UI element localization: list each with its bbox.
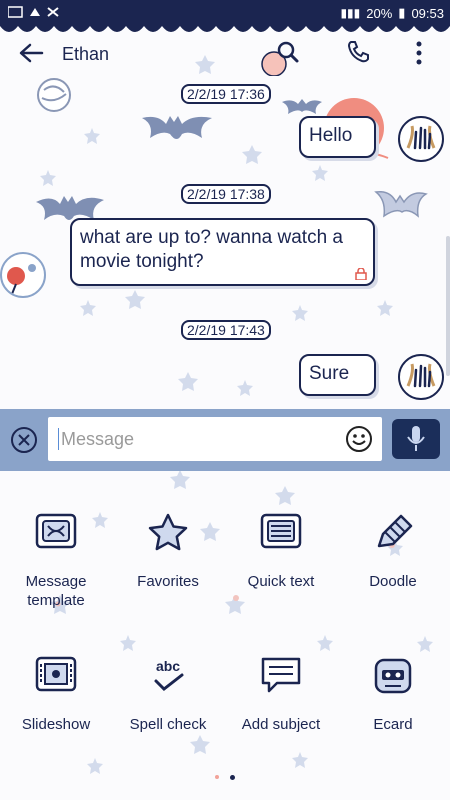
timestamp: 2/2/19 17:36 [181,84,271,104]
message-input[interactable]: Message [48,417,382,461]
option-label: Slideshow [21,716,91,733]
scrollbar[interactable] [446,236,450,376]
option-label: Message template [25,573,87,609]
message-template-option[interactable]: Message template [0,512,112,610]
option-label: Ecard [373,716,413,733]
status-right: ▮▮▮ 20% ▮ 09:53 [340,5,444,21]
spell-check-icon: abc [154,658,184,691]
ecard-option[interactable]: Ecard [337,655,449,734]
star-icon [148,513,188,551]
message-text: what are up to? wanna watch a movie toni… [80,227,344,272]
svg-text:abc: abc [156,658,180,674]
microphone-icon [407,426,425,451]
message-text: Sure [309,363,350,384]
contact-name: Ethan [62,44,110,64]
option-label: Doodle [369,573,417,590]
avatar-hand-icon [406,363,436,388]
bat-outline-decoration [374,190,428,218]
voice-input-button[interactable] [392,419,440,459]
message-text: Hello [309,125,353,146]
close-attachments-icon[interactable] [10,426,38,454]
notification-icons [7,4,72,23]
avatar-hand-icon [406,125,436,150]
back-arrow-icon[interactable] [18,42,44,64]
avatar-rose-icon [7,264,36,295]
clock: 09:53 [411,5,444,21]
battery-level: 20% [366,5,393,21]
timestamp: 2/2/19 17:38 [181,184,271,204]
timestamp: 2/2/19 17:43 [181,320,271,340]
page-dot[interactable] [215,775,219,779]
emoji-icon[interactable] [345,425,373,453]
page-dot-active[interactable] [230,775,235,780]
outgoing-message-bubble[interactable]: Sure [299,354,376,396]
phone-icon[interactable] [346,40,370,64]
option-label: Quick text [247,573,315,590]
option-label: Spell check [129,716,207,733]
my-avatar[interactable] [398,116,444,162]
search-icon[interactable] [256,38,300,76]
signal-icon: ▮▮▮ [340,6,361,20]
option-label: Favorites [137,573,199,590]
more-options-icon[interactable] [414,40,424,66]
my-avatar[interactable] [398,354,444,400]
outgoing-message-bubble[interactable]: Hello [299,116,376,158]
favorites-option[interactable]: Favorites [112,512,224,591]
contact-avatar[interactable] [0,252,46,298]
option-label: Add subject [241,716,321,733]
lock-icon [355,268,367,280]
doodle-option[interactable]: Doodle [337,512,449,591]
message-placeholder: Message [61,429,135,449]
bat-decoration [282,99,322,114]
text-cursor [58,428,59,450]
add-subject-option[interactable]: Add subject [225,655,337,734]
notification-icons-glyphs [7,6,59,18]
ecard-icon [374,658,412,694]
spell-check-option[interactable]: abc Spell check [112,655,224,734]
battery-icon: ▮ [398,5,406,20]
message-template-icon [35,513,77,549]
rose-doodle [37,78,71,112]
bat-decoration [142,116,212,139]
incoming-message-bubble[interactable]: what are up to? wanna watch a movie toni… [70,218,375,286]
slideshow-icon [35,656,77,692]
quick-text-icon [260,513,302,549]
slideshow-option[interactable]: Slideshow [0,655,112,734]
add-subject-icon [261,657,301,693]
pen-icon [377,514,413,548]
quick-text-option[interactable]: Quick text [225,512,337,591]
